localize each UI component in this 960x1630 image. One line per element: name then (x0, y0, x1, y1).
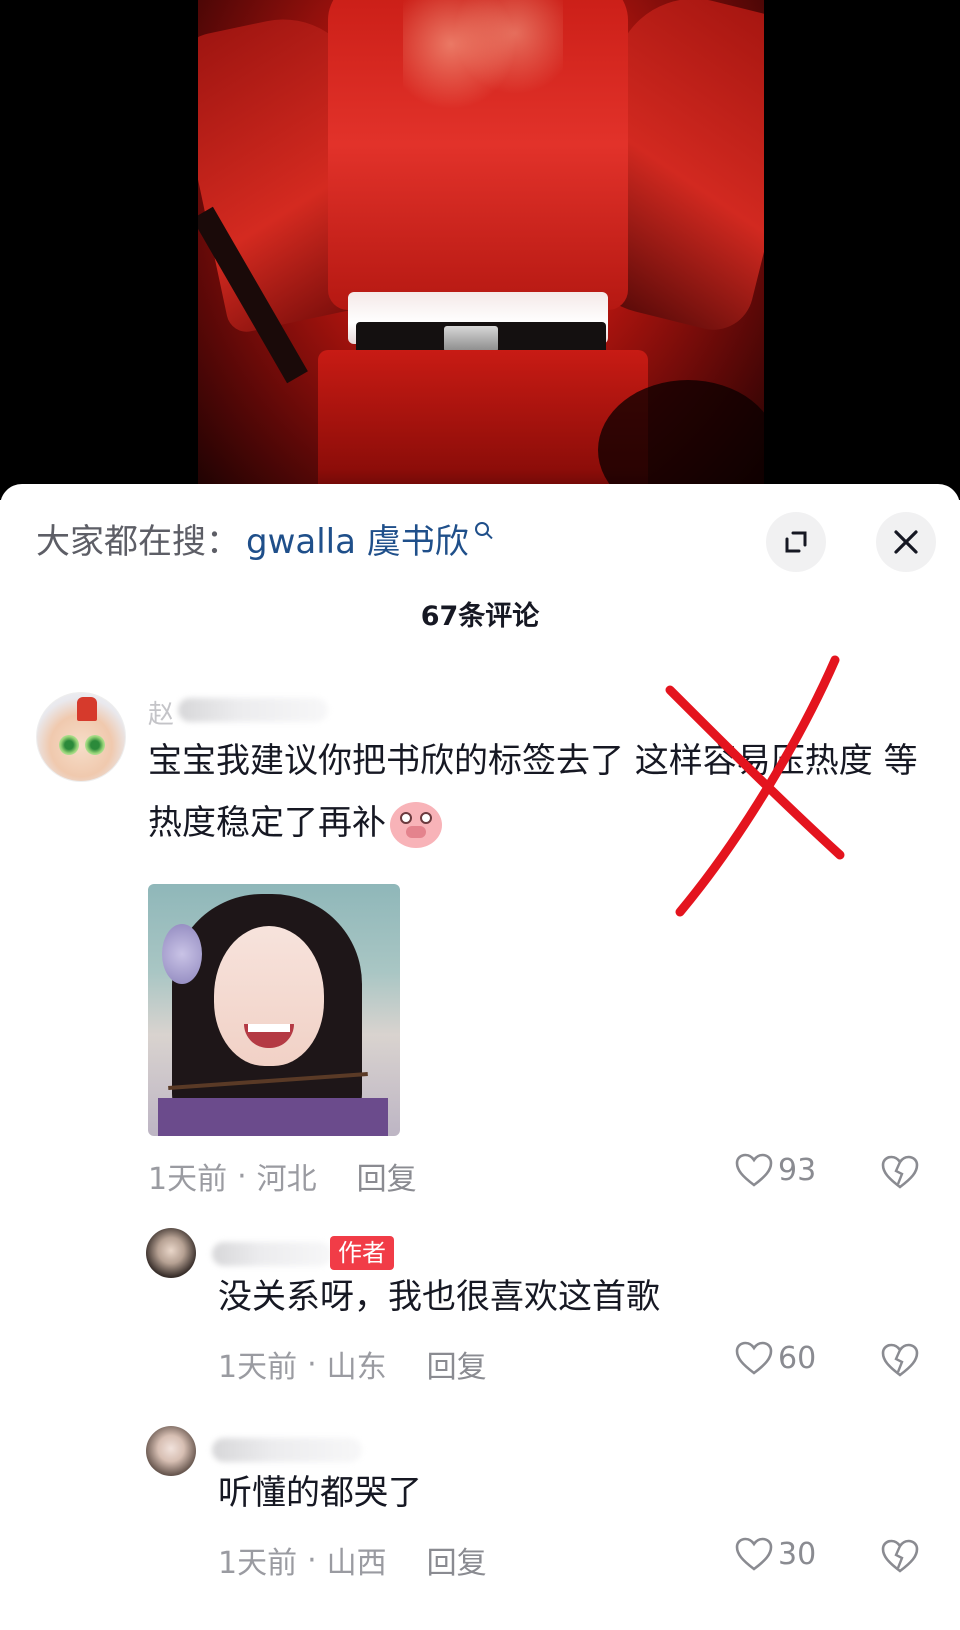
trending-search-prefix: 大家都在搜： (36, 521, 240, 562)
broken-heart-icon (881, 1539, 919, 1573)
video-content (403, 0, 563, 110)
comment-time: 1天前 (218, 1350, 298, 1385)
author-badge: 作者 (330, 1236, 394, 1270)
broken-heart-icon (881, 1343, 919, 1377)
expand-button[interactable] (766, 512, 826, 572)
comment-body: 宝宝我建议你把书欣的标签去了 这样容易压热度 等热度稳定了再补 (148, 741, 918, 843)
avatar[interactable] (146, 1426, 196, 1476)
reply-button[interactable]: 回复 (357, 1154, 417, 1198)
reply-button[interactable]: 回复 (427, 1342, 487, 1386)
expand-icon (785, 531, 807, 553)
image-content (248, 1024, 290, 1032)
comment-text: 没关系呀，我也很喜欢这首歌 (218, 1277, 660, 1317)
comment-count: 67条评论 (420, 601, 540, 632)
comment-time: 1天前 (218, 1546, 298, 1581)
avatar[interactable] (146, 1228, 196, 1278)
pig-emoji-icon (390, 801, 442, 848)
avatar-detail (77, 697, 97, 721)
comment-panel: 大家都在搜： gwalla 虞书欣 67条评论 赵 宝宝我建议你把书欣的标签去了… (0, 484, 960, 1630)
like-count: 93 (778, 1152, 817, 1188)
close-icon (894, 530, 918, 554)
heart-icon (735, 1537, 773, 1571)
comment-reply-item: 听懂的都哭了 1天前 · 山西 回复 30 (0, 1426, 960, 1596)
meta-separator: · (237, 1158, 247, 1194)
comment-reply-item: 作者 没关系呀，我也很喜欢这首歌 1天前 · 山东 回复 60 (0, 1228, 960, 1398)
comment-text: 听懂的都哭了 (218, 1473, 422, 1513)
comment-meta: 1天前 · 山西 回复 (218, 1538, 487, 1582)
dislike-button[interactable] (880, 1342, 920, 1382)
broken-heart-icon (881, 1155, 919, 1189)
video-content (318, 350, 648, 500)
comment-meta: 1天前 · 山东 回复 (218, 1342, 487, 1386)
meta-separator: · (307, 1346, 317, 1382)
username-blurred (212, 1242, 332, 1266)
dislike-button[interactable] (880, 1154, 920, 1194)
trending-search[interactable]: 大家都在搜： gwalla 虞书欣 (36, 514, 489, 562)
reply-button[interactable]: 回复 (427, 1538, 487, 1582)
comment-location: 山西 (326, 1546, 387, 1581)
trending-search-term[interactable]: gwalla 虞书欣 (246, 514, 469, 563)
like-count: 30 (778, 1536, 817, 1572)
username[interactable]: 赵 (148, 694, 174, 731)
avatar-detail (85, 735, 105, 755)
image-content (162, 924, 202, 984)
like-button[interactable]: 30 (734, 1536, 816, 1572)
heart-icon (735, 1153, 773, 1187)
avatar-detail (59, 735, 79, 755)
like-count: 60 (778, 1340, 817, 1376)
comment-location: 河北 (256, 1162, 317, 1197)
close-button[interactable] (876, 512, 936, 572)
like-button[interactable]: 60 (734, 1340, 816, 1376)
comment-time: 1天前 (148, 1162, 228, 1197)
like-button[interactable]: 93 (734, 1152, 816, 1188)
comment-text: 宝宝我建议你把书欣的标签去了 这样容易压热度 等热度稳定了再补 (148, 730, 928, 854)
comment-location: 山东 (326, 1350, 387, 1385)
video-content (444, 326, 498, 352)
search-icon (474, 522, 489, 536)
meta-separator: · (307, 1542, 317, 1578)
username-blurred (212, 1438, 362, 1462)
video-player[interactable] (0, 0, 960, 500)
image-content (158, 1098, 388, 1136)
video-frame[interactable] (198, 0, 764, 500)
dislike-button[interactable] (880, 1538, 920, 1578)
heart-icon (735, 1341, 773, 1375)
comment-meta: 1天前 · 河北 回复 (148, 1154, 417, 1198)
username-blurred (178, 698, 328, 722)
avatar[interactable] (36, 692, 126, 782)
comment-item: 赵 宝宝我建议你把书欣的标签去了 这样容易压热度 等热度稳定了再补 1天前 · … (0, 692, 960, 1202)
comment-attached-image[interactable] (148, 884, 400, 1136)
